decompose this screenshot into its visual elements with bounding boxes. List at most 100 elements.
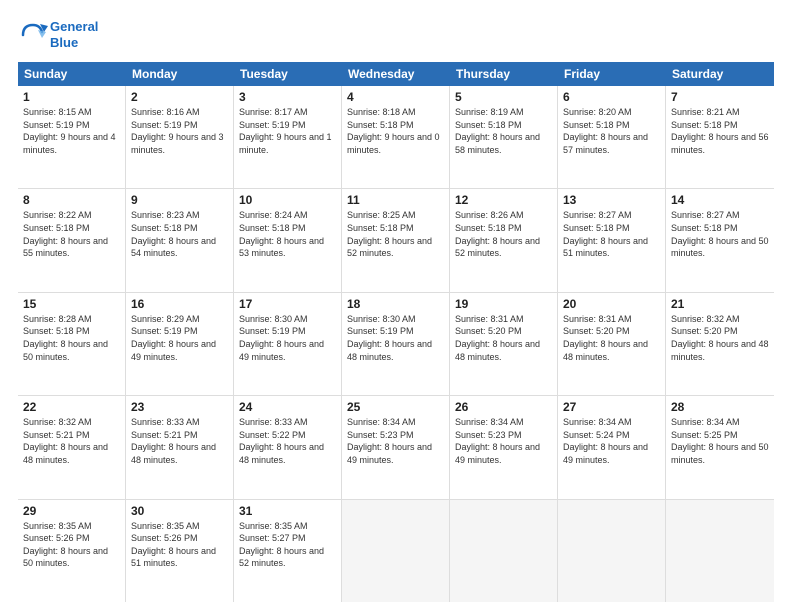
calendar-week-5: 29 Sunrise: 8:35 AM Sunset: 5:26 PM Dayl… bbox=[18, 500, 774, 602]
logo-container: General Blue bbox=[18, 18, 98, 52]
day-info: Sunrise: 8:34 AM Sunset: 5:25 PM Dayligh… bbox=[671, 416, 769, 466]
day-info: Sunrise: 8:24 AM Sunset: 5:18 PM Dayligh… bbox=[239, 209, 336, 259]
day-number: 5 bbox=[455, 90, 552, 104]
day-number: 15 bbox=[23, 297, 120, 311]
day-info: Sunrise: 8:21 AM Sunset: 5:18 PM Dayligh… bbox=[671, 106, 769, 156]
day-info: Sunrise: 8:26 AM Sunset: 5:18 PM Dayligh… bbox=[455, 209, 552, 259]
empty-cell bbox=[558, 500, 666, 602]
day-cell-16: 16 Sunrise: 8:29 AM Sunset: 5:19 PM Dayl… bbox=[126, 293, 234, 395]
header-day-saturday: Saturday bbox=[666, 62, 774, 86]
day-cell-12: 12 Sunrise: 8:26 AM Sunset: 5:18 PM Dayl… bbox=[450, 189, 558, 291]
day-cell-11: 11 Sunrise: 8:25 AM Sunset: 5:18 PM Dayl… bbox=[342, 189, 450, 291]
day-number: 11 bbox=[347, 193, 444, 207]
day-number: 4 bbox=[347, 90, 444, 104]
header-day-thursday: Thursday bbox=[450, 62, 558, 86]
day-number: 8 bbox=[23, 193, 120, 207]
day-cell-28: 28 Sunrise: 8:34 AM Sunset: 5:25 PM Dayl… bbox=[666, 396, 774, 498]
day-number: 27 bbox=[563, 400, 660, 414]
day-number: 16 bbox=[131, 297, 228, 311]
day-cell-17: 17 Sunrise: 8:30 AM Sunset: 5:19 PM Dayl… bbox=[234, 293, 342, 395]
day-number: 18 bbox=[347, 297, 444, 311]
header-day-wednesday: Wednesday bbox=[342, 62, 450, 86]
day-cell-25: 25 Sunrise: 8:34 AM Sunset: 5:23 PM Dayl… bbox=[342, 396, 450, 498]
empty-cell bbox=[666, 500, 774, 602]
header: General Blue bbox=[18, 18, 774, 52]
day-cell-20: 20 Sunrise: 8:31 AM Sunset: 5:20 PM Dayl… bbox=[558, 293, 666, 395]
day-info: Sunrise: 8:22 AM Sunset: 5:18 PM Dayligh… bbox=[23, 209, 120, 259]
day-cell-29: 29 Sunrise: 8:35 AM Sunset: 5:26 PM Dayl… bbox=[18, 500, 126, 602]
day-info: Sunrise: 8:27 AM Sunset: 5:18 PM Dayligh… bbox=[563, 209, 660, 259]
day-number: 1 bbox=[23, 90, 120, 104]
day-cell-31: 31 Sunrise: 8:35 AM Sunset: 5:27 PM Dayl… bbox=[234, 500, 342, 602]
day-number: 13 bbox=[563, 193, 660, 207]
day-cell-22: 22 Sunrise: 8:32 AM Sunset: 5:21 PM Dayl… bbox=[18, 396, 126, 498]
day-info: Sunrise: 8:34 AM Sunset: 5:24 PM Dayligh… bbox=[563, 416, 660, 466]
day-cell-4: 4 Sunrise: 8:18 AM Sunset: 5:18 PM Dayli… bbox=[342, 86, 450, 188]
logo-line1: General bbox=[50, 19, 98, 35]
logo-line2: Blue bbox=[50, 35, 98, 51]
header-day-tuesday: Tuesday bbox=[234, 62, 342, 86]
day-cell-24: 24 Sunrise: 8:33 AM Sunset: 5:22 PM Dayl… bbox=[234, 396, 342, 498]
day-number: 19 bbox=[455, 297, 552, 311]
day-number: 3 bbox=[239, 90, 336, 104]
logo: General Blue bbox=[18, 18, 98, 52]
day-number: 26 bbox=[455, 400, 552, 414]
day-cell-18: 18 Sunrise: 8:30 AM Sunset: 5:19 PM Dayl… bbox=[342, 293, 450, 395]
day-info: Sunrise: 8:27 AM Sunset: 5:18 PM Dayligh… bbox=[671, 209, 769, 259]
day-info: Sunrise: 8:35 AM Sunset: 5:27 PM Dayligh… bbox=[239, 520, 336, 570]
header-day-monday: Monday bbox=[126, 62, 234, 86]
empty-cell bbox=[450, 500, 558, 602]
day-number: 12 bbox=[455, 193, 552, 207]
day-cell-26: 26 Sunrise: 8:34 AM Sunset: 5:23 PM Dayl… bbox=[450, 396, 558, 498]
day-number: 29 bbox=[23, 504, 120, 518]
day-number: 30 bbox=[131, 504, 228, 518]
day-cell-5: 5 Sunrise: 8:19 AM Sunset: 5:18 PM Dayli… bbox=[450, 86, 558, 188]
day-cell-3: 3 Sunrise: 8:17 AM Sunset: 5:19 PM Dayli… bbox=[234, 86, 342, 188]
day-cell-13: 13 Sunrise: 8:27 AM Sunset: 5:18 PM Dayl… bbox=[558, 189, 666, 291]
calendar-body: 1 Sunrise: 8:15 AM Sunset: 5:19 PM Dayli… bbox=[18, 86, 774, 602]
day-number: 17 bbox=[239, 297, 336, 311]
day-cell-30: 30 Sunrise: 8:35 AM Sunset: 5:26 PM Dayl… bbox=[126, 500, 234, 602]
day-number: 10 bbox=[239, 193, 336, 207]
day-info: Sunrise: 8:20 AM Sunset: 5:18 PM Dayligh… bbox=[563, 106, 660, 156]
day-number: 22 bbox=[23, 400, 120, 414]
day-info: Sunrise: 8:35 AM Sunset: 5:26 PM Dayligh… bbox=[131, 520, 228, 570]
day-info: Sunrise: 8:35 AM Sunset: 5:26 PM Dayligh… bbox=[23, 520, 120, 570]
day-number: 6 bbox=[563, 90, 660, 104]
day-number: 14 bbox=[671, 193, 769, 207]
day-cell-2: 2 Sunrise: 8:16 AM Sunset: 5:19 PM Dayli… bbox=[126, 86, 234, 188]
day-info: Sunrise: 8:34 AM Sunset: 5:23 PM Dayligh… bbox=[455, 416, 552, 466]
day-cell-27: 27 Sunrise: 8:34 AM Sunset: 5:24 PM Dayl… bbox=[558, 396, 666, 498]
day-info: Sunrise: 8:31 AM Sunset: 5:20 PM Dayligh… bbox=[563, 313, 660, 363]
header-day-sunday: Sunday bbox=[18, 62, 126, 86]
day-info: Sunrise: 8:28 AM Sunset: 5:18 PM Dayligh… bbox=[23, 313, 120, 363]
day-info: Sunrise: 8:31 AM Sunset: 5:20 PM Dayligh… bbox=[455, 313, 552, 363]
empty-cell bbox=[342, 500, 450, 602]
day-number: 23 bbox=[131, 400, 228, 414]
day-cell-15: 15 Sunrise: 8:28 AM Sunset: 5:18 PM Dayl… bbox=[18, 293, 126, 395]
day-cell-7: 7 Sunrise: 8:21 AM Sunset: 5:18 PM Dayli… bbox=[666, 86, 774, 188]
day-info: Sunrise: 8:33 AM Sunset: 5:22 PM Dayligh… bbox=[239, 416, 336, 466]
day-info: Sunrise: 8:30 AM Sunset: 5:19 PM Dayligh… bbox=[239, 313, 336, 363]
day-cell-1: 1 Sunrise: 8:15 AM Sunset: 5:19 PM Dayli… bbox=[18, 86, 126, 188]
calendar: SundayMondayTuesdayWednesdayThursdayFrid… bbox=[18, 62, 774, 602]
day-number: 20 bbox=[563, 297, 660, 311]
day-cell-23: 23 Sunrise: 8:33 AM Sunset: 5:21 PM Dayl… bbox=[126, 396, 234, 498]
day-number: 31 bbox=[239, 504, 336, 518]
day-info: Sunrise: 8:17 AM Sunset: 5:19 PM Dayligh… bbox=[239, 106, 336, 156]
calendar-week-2: 8 Sunrise: 8:22 AM Sunset: 5:18 PM Dayli… bbox=[18, 189, 774, 292]
day-number: 9 bbox=[131, 193, 228, 207]
day-cell-6: 6 Sunrise: 8:20 AM Sunset: 5:18 PM Dayli… bbox=[558, 86, 666, 188]
day-info: Sunrise: 8:32 AM Sunset: 5:20 PM Dayligh… bbox=[671, 313, 769, 363]
day-number: 21 bbox=[671, 297, 769, 311]
day-info: Sunrise: 8:15 AM Sunset: 5:19 PM Dayligh… bbox=[23, 106, 120, 156]
day-number: 7 bbox=[671, 90, 769, 104]
day-cell-21: 21 Sunrise: 8:32 AM Sunset: 5:20 PM Dayl… bbox=[666, 293, 774, 395]
day-info: Sunrise: 8:25 AM Sunset: 5:18 PM Dayligh… bbox=[347, 209, 444, 259]
day-info: Sunrise: 8:19 AM Sunset: 5:18 PM Dayligh… bbox=[455, 106, 552, 156]
day-number: 28 bbox=[671, 400, 769, 414]
day-info: Sunrise: 8:32 AM Sunset: 5:21 PM Dayligh… bbox=[23, 416, 120, 466]
day-number: 25 bbox=[347, 400, 444, 414]
day-info: Sunrise: 8:16 AM Sunset: 5:19 PM Dayligh… bbox=[131, 106, 228, 156]
day-cell-8: 8 Sunrise: 8:22 AM Sunset: 5:18 PM Dayli… bbox=[18, 189, 126, 291]
